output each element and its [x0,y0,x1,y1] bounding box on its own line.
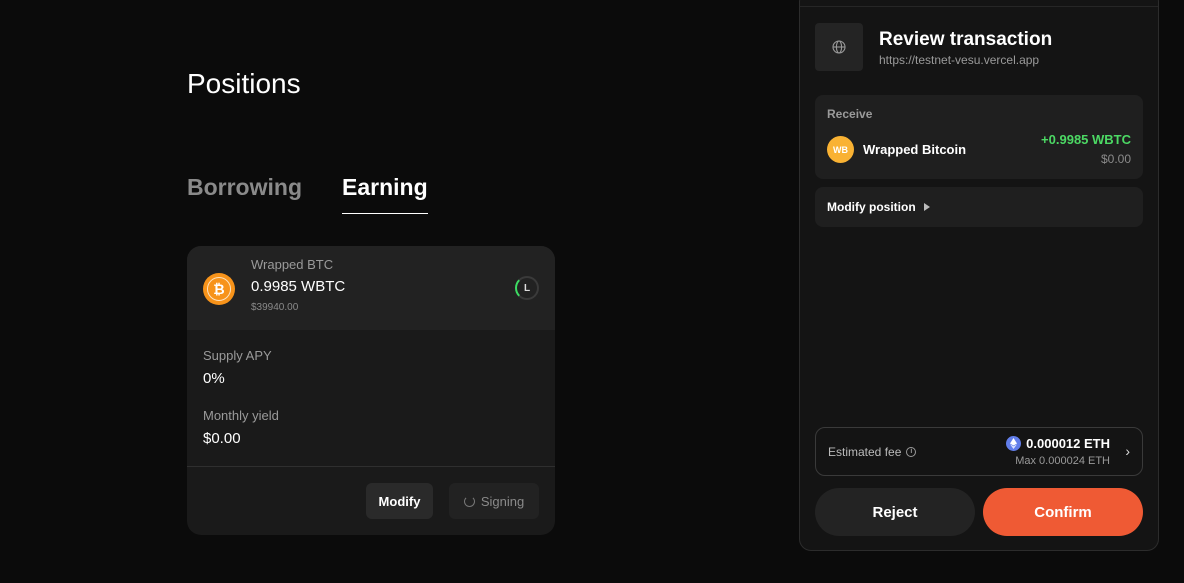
receive-amount: +0.9985 WBTC [1041,132,1131,147]
spinner-icon [463,495,475,507]
page-title: Positions [187,68,301,99]
supply-apy-value: 0% [203,370,225,387]
supply-apy-label: Supply APY [203,348,272,363]
fee-max: Max 0.000024 ETH [1015,455,1110,467]
card-divider [187,466,555,467]
tab-earning[interactable]: Earning [342,174,428,214]
token-name: Wrapped Bitcoin [863,142,967,157]
position-card-header: ₿ Wrapped BTC 0.9985 WBTC $39940.00 L [187,246,555,330]
signing-button: Signing [449,483,539,519]
receive-label: Receive [827,107,873,121]
confirm-button[interactable]: Confirm [983,488,1143,536]
modify-position-label: Modify position [827,200,916,214]
wallet-review-popup: Review transaction https://testnet-vesu.… [799,0,1159,551]
ltv-ring-icon[interactable]: L [515,276,539,300]
info-icon[interactable]: i [906,447,917,457]
reject-button[interactable]: Reject [815,488,975,536]
modify-position-expander[interactable]: Modify position [815,187,1143,227]
fee-amount: 0.000012 ETH [1026,436,1110,451]
asset-amount: 0.9985 WBTC [251,278,346,295]
caret-right-icon [923,203,930,211]
fee-label-group: Estimated fee i [828,445,917,459]
asset-name: Wrapped BTC [251,257,334,272]
globe-icon [815,23,863,71]
earning-position-card: ₿ Wrapped BTC 0.9985 WBTC $39940.00 L Su… [187,246,555,535]
modify-button[interactable]: Modify [366,483,433,519]
signing-label: Signing [480,493,525,509]
estimated-fee-selector[interactable]: Estimated fee i 0.000012 ETH Max 0.00002… [815,427,1143,476]
eth-icon [1006,436,1021,451]
receive-section: Receive WB Wrapped Bitcoin +0.9985 WBTC … [815,95,1143,179]
tab-borrowing[interactable]: Borrowing [187,174,302,214]
chevron-right-icon: › [1125,443,1130,459]
wbtc-icon: WB [827,136,854,163]
estimated-fee-label: Estimated fee [828,445,902,459]
monthly-yield-label: Monthly yield [203,408,279,423]
bitcoin-glyph: ₿ [207,277,231,301]
receive-usd: $0.00 [1100,152,1131,166]
bitcoin-icon: ₿ [203,273,235,305]
review-transaction-title: Review transaction [879,29,1053,50]
monthly-yield-value: $0.00 [203,430,241,447]
asset-usd-value: $39940.00 [251,302,299,313]
popup-divider [800,6,1158,7]
position-tabs: Borrowing Earning [187,174,428,214]
dapp-url: https://testnet-vesu.vercel.app [879,53,1040,67]
